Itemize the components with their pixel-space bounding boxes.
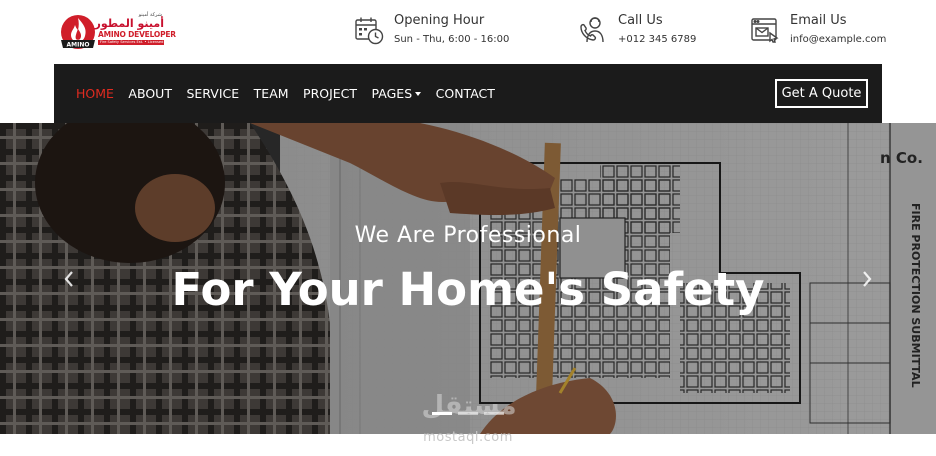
caret-down-icon xyxy=(415,92,422,96)
nav-pages-label: PAGES xyxy=(371,86,413,101)
fire-logo-icon: AMINO xyxy=(61,15,95,49)
logo-badge-text: AMINO xyxy=(67,42,90,49)
nav-links: HOME ABOUT SERVICE TEAM PROJECT PAGES CO… xyxy=(76,64,509,123)
watermark-arabic-text: مستقل xyxy=(421,391,517,421)
email-us-title: Email Us xyxy=(790,13,847,28)
nav-home[interactable]: HOME xyxy=(76,86,114,101)
chevron-right-icon[interactable] xyxy=(860,269,874,289)
email-us-address[interactable]: info@example.com xyxy=(790,34,886,45)
nav-about[interactable]: ABOUT xyxy=(128,86,172,101)
logo-english-name: AMINO DEVELOPER xyxy=(98,30,176,39)
carousel-indicator-3[interactable] xyxy=(484,412,504,415)
logo-arabic-name: أمينو المطور xyxy=(94,17,164,30)
opening-hour-title: Opening Hour xyxy=(394,13,485,28)
nav-project[interactable]: PROJECT xyxy=(303,86,357,101)
chevron-left-icon[interactable] xyxy=(62,269,76,289)
carousel-indicator-2[interactable] xyxy=(458,412,478,415)
hero-carousel: FIRE PROTECTION SUBMITTAL n Co. We Are P… xyxy=(0,123,936,434)
opening-hour-value: Sun - Thu, 6:00 - 16:00 xyxy=(394,34,510,45)
main-navbar: HOME ABOUT SERVICE TEAM PROJECT PAGES CO… xyxy=(54,64,882,123)
logo-tagline: Fire Safety Services Est. • Licensed Age… xyxy=(100,40,178,44)
nav-pages-dropdown[interactable]: PAGES xyxy=(372,86,422,101)
carousel-indicators xyxy=(432,412,504,416)
nav-team[interactable]: TEAM xyxy=(254,86,289,101)
email-window-icon xyxy=(751,18,779,43)
hero-subtitle: We Are Professional xyxy=(354,223,582,248)
nav-service[interactable]: SERVICE xyxy=(186,86,239,101)
get-a-quote-button[interactable]: Get A Quote xyxy=(775,79,868,108)
hero-title: For Your Home's Safety xyxy=(171,263,765,316)
brand-logo[interactable]: AMINO شركة أمينو أمينو المطور AMINO DEVE… xyxy=(58,12,178,50)
phone-agent-icon xyxy=(580,17,604,43)
nav-contact[interactable]: CONTACT xyxy=(436,86,495,101)
watermark-english-text: mostaql.com xyxy=(423,430,513,445)
call-us-title: Call Us xyxy=(618,13,663,28)
calendar-clock-icon xyxy=(355,17,384,45)
call-us-phone[interactable]: +012 345 6789 xyxy=(618,34,696,45)
carousel-indicator-1[interactable] xyxy=(432,412,452,415)
top-header: AMINO شركة أمينو أمينو المطور AMINO DEVE… xyxy=(0,0,936,64)
